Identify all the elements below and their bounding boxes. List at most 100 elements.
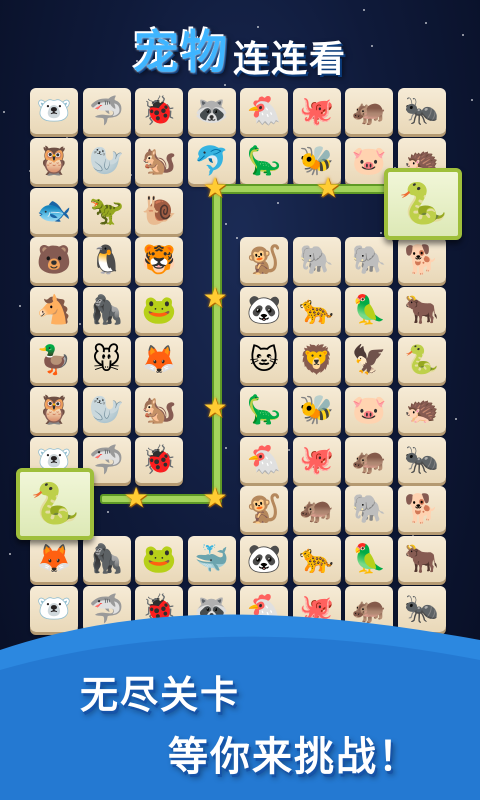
animal-tile[interactable]: 🐜 [398,88,446,134]
animal-tile[interactable]: 🐞 [135,437,183,483]
animal-tile[interactable]: 🐕 [398,237,446,283]
animal-tile[interactable]: 🦭 [83,387,131,433]
animal-icon: 🐕 [404,246,439,274]
animal-tile[interactable]: 🐔 [240,88,288,134]
animal-icon: 🐙 [299,97,334,125]
path-star-icon: ★ [201,394,229,422]
animal-icon: 🦍 [89,296,124,324]
animal-icon: 🦈 [89,97,124,125]
animal-tile[interactable]: 🦊 [135,337,183,383]
path-star-icon: ★ [122,484,150,512]
animal-tile[interactable]: 🐜 [398,437,446,483]
animal-tile[interactable]: 🦈 [83,88,131,134]
animal-icon: 🦕 [247,147,282,175]
snake-icon: 🐍 [30,484,80,524]
animal-tile[interactable]: 🦭 [83,138,131,184]
animal-tile[interactable]: 🦊 [30,536,78,582]
animal-tile[interactable]: 🦛 [345,437,393,483]
selected-snake-tile[interactable]: 🐍 [384,168,462,240]
animal-icon: 🦜 [352,545,387,573]
animal-tile[interactable]: 🐘 [293,237,341,283]
animal-tile[interactable]: 🦖 [83,188,131,234]
animal-tile[interactable]: 🐍 [398,337,446,383]
animal-tile[interactable]: 🐭 [83,337,131,383]
animal-tile[interactable]: 🦝 [188,88,236,134]
animal-icon: 🐌 [142,197,177,225]
animal-tile[interactable]: 🐕 [398,486,446,532]
animal-icon: 🦍 [89,545,124,573]
animal-icon: 🦖 [89,197,124,225]
animal-tile[interactable]: 🐧 [83,237,131,283]
animal-tile[interactable]: 🦍 [83,536,131,582]
animal-tile[interactable]: 🐿️ [135,138,183,184]
animal-icon: 🐘 [352,246,387,274]
animal-icon: 🐴 [37,296,72,324]
animal-tile[interactable]: 🦆 [30,337,78,383]
star-dot [9,553,11,555]
animal-tile[interactable]: 🦛 [345,88,393,134]
slogan-line-2: 等你来挑战！ [168,724,420,782]
animal-icon: 🐆 [299,296,334,324]
animal-tile[interactable]: 🦍 [83,287,131,333]
animal-icon: 🐳 [194,545,229,573]
animal-tile[interactable]: 🦜 [345,536,393,582]
animal-icon: 🐝 [299,396,334,424]
path-star-icon: ★ [201,174,229,202]
animal-tile[interactable]: 🐻 [30,237,78,283]
animal-icon: 🐷 [352,147,387,175]
animal-tile[interactable]: 🦅 [345,337,393,383]
animal-tile[interactable]: 🐆 [293,536,341,582]
animal-tile[interactable]: 🐙 [293,88,341,134]
animal-tile[interactable]: 🐸 [135,287,183,333]
animal-icon: 🦊 [37,545,72,573]
animal-tile[interactable]: 🐘 [345,237,393,283]
animal-tile[interactable]: 🐔 [240,437,288,483]
animal-tile[interactable]: 🦕 [240,138,288,184]
animal-icon: 🐼 [247,296,282,324]
animal-icon: 🐸 [142,545,177,573]
star-dot [455,418,457,420]
animal-tile[interactable]: 🐂 [398,536,446,582]
animal-tile[interactable]: 🐞 [135,88,183,134]
animal-tile[interactable]: 🐻‍❄️ [30,88,78,134]
animal-tile[interactable]: 🐳 [188,536,236,582]
animal-tile[interactable]: 🦁 [293,337,341,383]
animal-tile[interactable]: 🐘 [345,486,393,532]
animal-tile[interactable]: 🐼 [240,536,288,582]
path-star-icon: ★ [201,484,229,512]
animal-icon: 🦛 [352,446,387,474]
animal-tile[interactable]: 🐸 [135,536,183,582]
animal-tile[interactable]: 🐆 [293,287,341,333]
animal-icon: 🦅 [352,346,387,374]
animal-tile[interactable]: 🐝 [293,387,341,433]
animal-tile[interactable]: 🦔 [398,387,446,433]
animal-icon: 🐯 [142,246,177,274]
animal-tile[interactable]: 🐷 [345,387,393,433]
animal-tile[interactable]: 🦛 [293,486,341,532]
connection-path [212,184,391,194]
animal-icon: 🦉 [37,147,72,175]
animal-tile[interactable]: 🐙 [293,437,341,483]
animal-tile[interactable]: 🐿️ [135,387,183,433]
animal-icon: 🐭 [92,346,121,374]
animal-tile[interactable]: 🐯 [135,237,183,283]
animal-tile[interactable]: 🐴 [30,287,78,333]
selected-snake-tile[interactable]: 🐍 [16,468,94,540]
snake-icon: 🐍 [398,184,448,224]
animal-tile[interactable]: 🐱 [240,337,288,383]
star-dot [3,111,5,113]
animal-tile[interactable]: 🦕 [240,387,288,433]
animal-tile[interactable]: 🦉 [30,138,78,184]
connection-path [212,184,222,504]
animal-tile[interactable]: 🦜 [345,287,393,333]
animal-tile[interactable]: 🐒 [240,486,288,532]
animal-tile[interactable]: 🐂 [398,287,446,333]
animal-icon: 🐜 [404,97,439,125]
animal-tile[interactable]: 🦉 [30,387,78,433]
animal-tile[interactable]: 🐼 [240,287,288,333]
animal-icon: 🐘 [352,495,387,523]
animal-tile[interactable]: 🐟 [30,188,78,234]
animal-tile[interactable]: 🐌 [135,188,183,234]
animal-icon: 🦭 [89,147,124,175]
animal-tile[interactable]: 🐒 [240,237,288,283]
